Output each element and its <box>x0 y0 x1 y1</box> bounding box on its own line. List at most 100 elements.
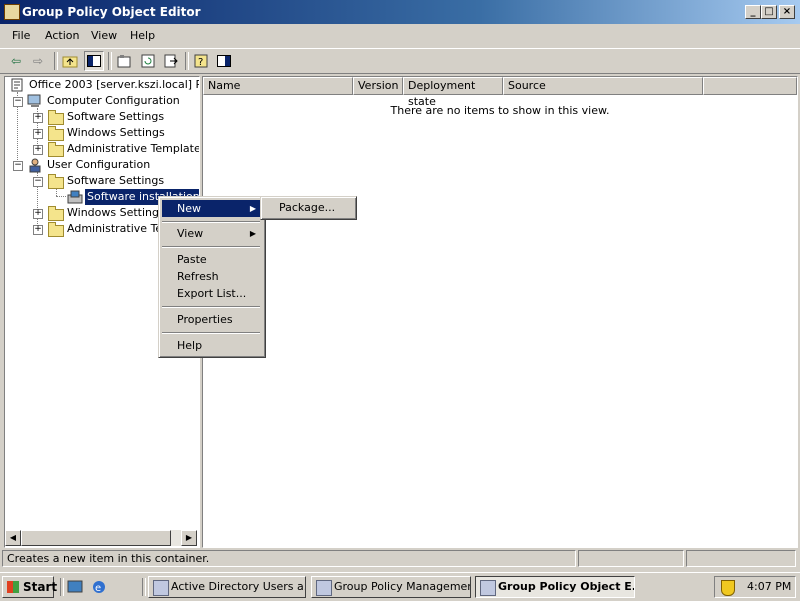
expand-icon[interactable]: + <box>33 145 43 155</box>
menu-file[interactable]: File <box>12 29 30 42</box>
taskbar: Start e Active Directory Users a... Grou… <box>0 572 800 601</box>
start-button[interactable]: Start <box>2 576 58 598</box>
internet-explorer-icon[interactable]: e <box>90 578 108 596</box>
clock[interactable]: 4:07 PM <box>747 580 791 593</box>
menu-bar: File Action View Help <box>0 26 800 46</box>
menu-view[interactable]: View <box>91 29 117 42</box>
scroll-thumb[interactable] <box>21 530 171 546</box>
menu-item-view[interactable]: View ▶ <box>162 225 262 242</box>
app-icon[interactable] <box>4 4 20 20</box>
tree-label: Software Settings <box>67 110 165 123</box>
app-icon <box>316 580 332 596</box>
menu-item-refresh[interactable]: Refresh <box>162 268 262 285</box>
title-bar[interactable]: Group Policy Object Editor _ □ × <box>0 0 800 24</box>
taskbar-separator <box>60 578 64 596</box>
toolbar-separator <box>108 52 112 70</box>
expand-icon[interactable]: + <box>33 113 43 123</box>
task-active-directory-users[interactable]: Active Directory Users a... <box>148 576 306 598</box>
forward-icon[interactable]: ⇨ <box>28 51 48 71</box>
tree-line <box>56 188 57 196</box>
tree-label: Software Settings <box>67 174 165 187</box>
tree-label: Windows Settings <box>67 126 165 139</box>
column-header-blank <box>703 77 797 95</box>
taskbar-separator <box>142 578 146 596</box>
column-header-source[interactable]: Source <box>503 77 703 95</box>
toolbar-separator <box>185 52 189 70</box>
menu-item-package[interactable]: Package... <box>264 199 352 216</box>
status-panel <box>686 550 796 567</box>
window-title: Group Policy Object Editor <box>22 5 201 19</box>
computer-icon <box>27 94 41 107</box>
expand-icon[interactable]: + <box>33 129 43 139</box>
scroll-left-icon[interactable]: ◀ <box>5 530 21 546</box>
context-menu: New ▶ View ▶ Paste Refresh Export List..… <box>158 196 266 358</box>
column-header-deployment-state[interactable]: Deployment state <box>403 77 503 108</box>
maximize-button[interactable]: □ <box>761 5 777 19</box>
system-tray: 4:07 PM <box>714 576 796 598</box>
menu-item-label: New <box>177 202 201 215</box>
policy-scroll-icon <box>11 78 23 92</box>
column-header-name[interactable]: Name <box>203 77 353 95</box>
tree-line <box>56 196 66 197</box>
properties-icon[interactable] <box>114 51 134 71</box>
menu-separator <box>162 306 260 308</box>
tree-label: Computer Configuration <box>47 94 180 107</box>
menu-item-paste[interactable]: Paste <box>162 251 262 268</box>
folder-icon <box>48 222 64 237</box>
help-icon[interactable]: ? <box>191 51 211 71</box>
tree-label: Administrative Templates <box>67 142 200 155</box>
svg-text:?: ? <box>198 57 203 68</box>
scroll-right-icon[interactable]: ▶ <box>181 530 197 546</box>
export-list-icon[interactable] <box>161 51 181 71</box>
task-label: Active Directory Users a... <box>171 580 306 593</box>
menu-item-export-list[interactable]: Export List... <box>162 285 262 302</box>
task-group-policy-management[interactable]: Group Policy Management <box>311 576 471 598</box>
collapse-icon[interactable]: − <box>33 177 43 187</box>
details-pane[interactable]: Name Version Deployment state Source The… <box>202 76 798 548</box>
status-text: Creates a new item in this container. <box>2 550 576 567</box>
collapse-icon[interactable]: − <box>13 97 23 107</box>
toolbar-separator <box>54 52 58 70</box>
show-hide-action-pane-icon[interactable] <box>214 51 234 71</box>
toolbar: ⇦ ⇨ ? <box>0 48 800 74</box>
new-submenu: Package... <box>260 196 357 220</box>
tree-label: Windows Settings <box>67 206 165 219</box>
up-level-icon[interactable] <box>60 51 80 71</box>
folder-icon <box>48 110 64 125</box>
tree-horizontal-scrollbar[interactable]: ◀ ▶ <box>5 530 197 546</box>
expand-icon[interactable]: + <box>33 209 43 219</box>
menu-item-new[interactable]: New ▶ <box>162 200 262 217</box>
menu-action[interactable]: Action <box>45 29 79 42</box>
security-shield-icon[interactable] <box>721 580 735 596</box>
column-header-version[interactable]: Version <box>353 77 403 95</box>
tree-label: Office 2003 [server.kszi.local] Policy <box>29 78 199 91</box>
submenu-arrow-icon: ▶ <box>249 229 256 238</box>
menu-item-help[interactable]: Help <box>162 337 262 354</box>
windows-logo-icon <box>7 581 19 593</box>
show-hide-tree-icon[interactable] <box>84 51 104 71</box>
folder-icon <box>48 206 64 221</box>
software-installation-icon <box>67 190 83 204</box>
start-label: Start <box>23 580 58 594</box>
back-icon[interactable]: ⇦ <box>6 51 26 71</box>
empty-list-message: There are no items to show in this view. <box>390 104 610 117</box>
app-icon <box>153 580 169 596</box>
minimize-button[interactable]: _ <box>745 5 761 19</box>
close-button[interactable]: × <box>779 5 795 19</box>
app-icon <box>480 580 496 596</box>
task-group-policy-object-editor[interactable]: Group Policy Object E... <box>475 576 635 598</box>
menu-item-properties[interactable]: Properties <box>162 311 262 328</box>
expand-icon[interactable]: + <box>33 225 43 235</box>
show-desktop-icon[interactable] <box>66 578 84 596</box>
folder-icon <box>48 142 64 157</box>
status-panel <box>578 550 684 567</box>
folder-open-icon <box>48 174 64 189</box>
menu-separator <box>162 332 260 334</box>
status-bar: Creates a new item in this container. <box>0 549 800 569</box>
refresh-icon[interactable] <box>138 51 158 71</box>
submenu-arrow-icon: ▶ <box>249 204 256 213</box>
menu-help[interactable]: Help <box>130 29 155 42</box>
collapse-icon[interactable]: − <box>13 161 23 171</box>
menu-item-label: View <box>177 227 204 240</box>
folder-icon <box>48 126 64 141</box>
